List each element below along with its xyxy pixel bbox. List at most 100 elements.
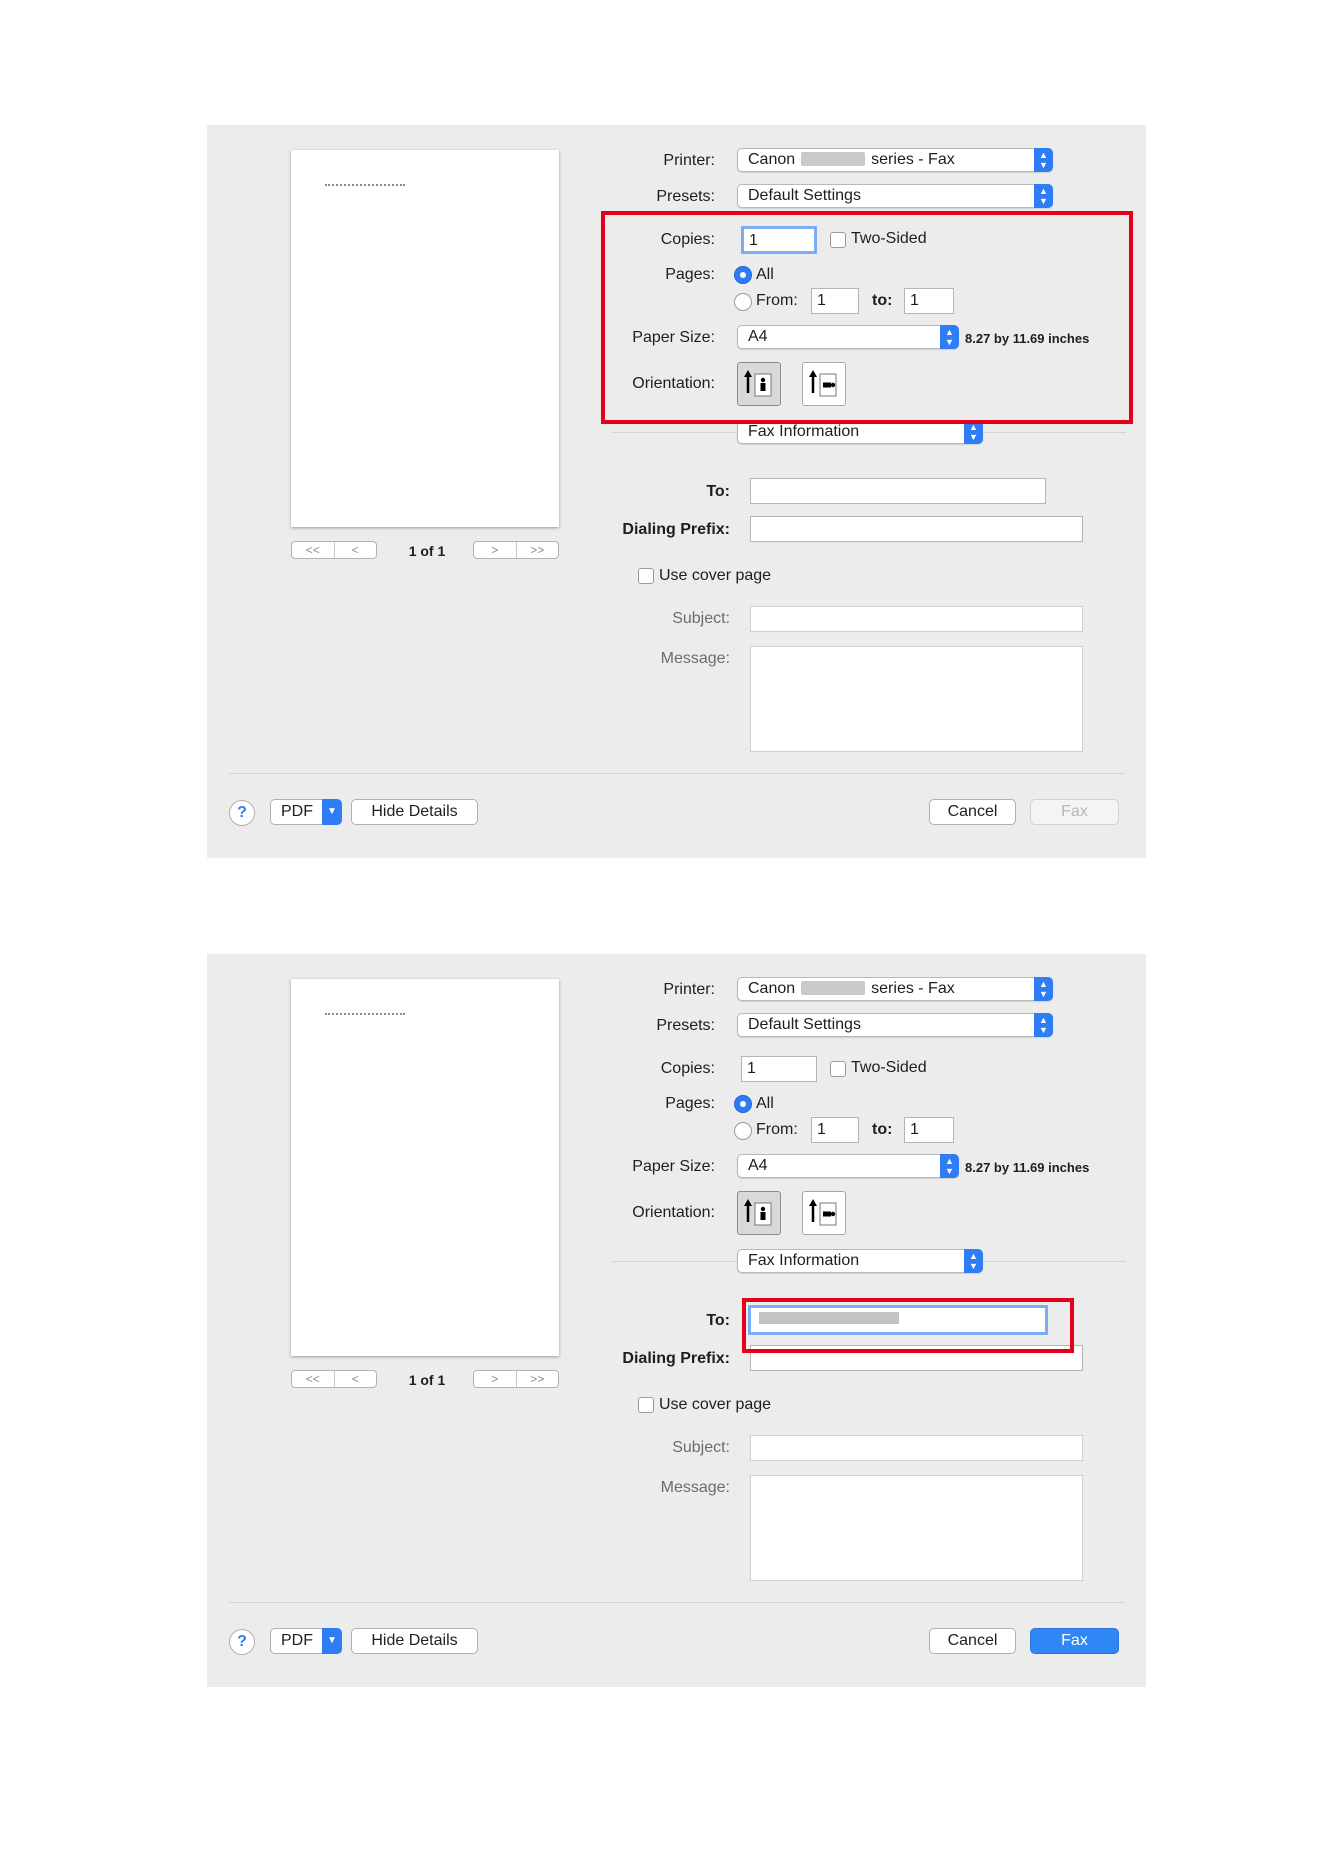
subject-field[interactable] (750, 1435, 1083, 1461)
paper-dimensions: 8.27 by 11.69 inches (965, 1160, 1090, 1175)
hide-details-button[interactable]: Hide Details (351, 1628, 478, 1654)
subject-field[interactable] (750, 606, 1083, 632)
pages-to-value: 1 (910, 1121, 919, 1138)
pages-to-field[interactable]: 1 (904, 1117, 954, 1143)
printer-name-suffix: series - Fax (871, 151, 955, 168)
message-label: Message: (660, 1479, 730, 1496)
fax-button[interactable]: Fax (1030, 1628, 1119, 1654)
presets-popup[interactable]: Default Settings ▲ ▼ (737, 184, 1053, 208)
section-popup[interactable]: Fax Information ▲ ▼ (737, 1249, 983, 1273)
printer-popup[interactable]: Canon series - Fax ▲ ▼ (737, 148, 1053, 172)
page-preview (291, 979, 559, 1356)
pages-from-label: From: (756, 1121, 798, 1138)
preview-text-line (325, 1013, 405, 1015)
chevron-updown-icon: ▲ ▼ (1034, 1013, 1053, 1037)
to-field[interactable] (750, 478, 1046, 504)
prev-page-button[interactable]: < (333, 542, 377, 558)
next-page-button[interactable]: > (474, 542, 516, 558)
page-count: 1 of 1 (408, 1372, 446, 1388)
section-value: Fax Information (748, 423, 860, 440)
pager-next-last[interactable]: > >> (473, 1370, 559, 1388)
use-cover-page-checkbox[interactable] (638, 568, 654, 584)
first-page-button[interactable]: << (292, 542, 334, 558)
landscape-orientation-button[interactable] (802, 1191, 846, 1235)
paper-size-popup[interactable]: A4 ▲ ▼ (737, 1154, 959, 1178)
help-icon[interactable]: ? (229, 1629, 255, 1655)
copies-label: Copies: (660, 1060, 715, 1077)
chevron-down-icon: ▼ (322, 1628, 342, 1654)
chevron-updown-icon: ▲ ▼ (964, 1249, 983, 1273)
highlight-box (742, 1298, 1074, 1353)
chevron-down-icon: ▼ (322, 799, 342, 825)
chevron-updown-icon: ▲ ▼ (940, 1154, 959, 1178)
message-textarea[interactable] (750, 646, 1083, 752)
use-cover-page-label: Use cover page (659, 1396, 772, 1413)
page-count: 1 of 1 (408, 543, 446, 559)
cancel-button[interactable]: Cancel (929, 799, 1016, 825)
pdf-menu-button[interactable]: PDF ▼ (270, 1628, 342, 1654)
redacted-model (801, 981, 866, 995)
pages-to-label: to: (872, 1121, 893, 1138)
chevron-updown-icon: ▲ ▼ (1034, 148, 1053, 172)
pager-first-prev[interactable]: << < (291, 1370, 377, 1388)
printer-name-prefix: Canon (748, 151, 796, 168)
presets-label: Presets: (656, 188, 715, 205)
to-label: To: (706, 1312, 730, 1329)
pager-next-last[interactable]: > >> (473, 541, 559, 559)
printer-popup[interactable]: Canon series - Fax ▲ ▼ (737, 977, 1053, 1001)
next-page-button[interactable]: > (474, 1371, 516, 1387)
paper-size-value: A4 (748, 1157, 768, 1174)
presets-value: Default Settings (748, 187, 861, 204)
chevron-updown-icon: ▲ ▼ (1034, 977, 1053, 1001)
pdf-menu-button[interactable]: PDF ▼ (270, 799, 342, 825)
fax-button[interactable]: Fax (1030, 799, 1119, 825)
help-icon[interactable]: ? (229, 800, 255, 826)
footer-divider (229, 773, 1125, 774)
pdf-label: PDF (281, 1632, 313, 1649)
prev-page-button[interactable]: < (333, 1371, 377, 1387)
page-preview (291, 150, 559, 527)
presets-popup[interactable]: Default Settings ▲ ▼ (737, 1013, 1053, 1037)
preview-text-line (325, 184, 405, 186)
use-cover-page-checkbox[interactable] (638, 1397, 654, 1413)
copies-field[interactable]: 1 (741, 1056, 817, 1082)
cancel-button[interactable]: Cancel (929, 1628, 1016, 1654)
print-dialog-1: << < 1 of 1 > >> Printer: Canon series - … (207, 125, 1146, 858)
hide-details-button[interactable]: Hide Details (351, 799, 478, 825)
first-page-button[interactable]: << (292, 1371, 334, 1387)
pages-from-radio[interactable] (734, 1122, 752, 1140)
portrait-orientation-button[interactable] (737, 1191, 781, 1235)
subject-label: Subject: (672, 1439, 730, 1456)
portrait-orientation-icon (744, 1199, 772, 1226)
dialing-prefix-label: Dialing Prefix: (622, 1350, 730, 1367)
pdf-label: PDF (281, 803, 313, 820)
printer-name-suffix: series - Fax (871, 980, 955, 997)
two-sided-label: Two-Sided (851, 1059, 927, 1076)
two-sided-checkbox[interactable] (830, 1061, 846, 1077)
last-page-button[interactable]: >> (515, 542, 559, 558)
message-label: Message: (660, 650, 730, 667)
printer-label: Printer: (663, 152, 715, 169)
pages-from-value: 1 (817, 1121, 826, 1138)
footer-divider (229, 1602, 1125, 1603)
printer-label: Printer: (663, 981, 715, 998)
printer-name-prefix: Canon (748, 980, 796, 997)
message-textarea[interactable] (750, 1475, 1083, 1581)
orientation-label: Orientation: (632, 1204, 715, 1221)
presets-label: Presets: (656, 1017, 715, 1034)
section-value: Fax Information (748, 1252, 860, 1269)
landscape-orientation-icon (809, 1199, 837, 1226)
dialing-prefix-field[interactable] (750, 516, 1083, 542)
pages-label: Pages: (665, 1095, 715, 1112)
last-page-button[interactable]: >> (515, 1371, 559, 1387)
to-label: To: (706, 483, 730, 500)
print-dialog-2: << < 1 of 1 > >> Printer: Canon series - … (207, 954, 1146, 1687)
use-cover-page-label: Use cover page (659, 567, 772, 584)
pages-from-field[interactable]: 1 (811, 1117, 859, 1143)
pages-all-radio[interactable] (734, 1095, 752, 1113)
dialing-prefix-label: Dialing Prefix: (622, 521, 730, 538)
chevron-updown-icon: ▲ ▼ (1034, 184, 1053, 208)
pages-all-label: All (756, 1095, 774, 1112)
subject-label: Subject: (672, 610, 730, 627)
pager-first-prev[interactable]: << < (291, 541, 377, 559)
